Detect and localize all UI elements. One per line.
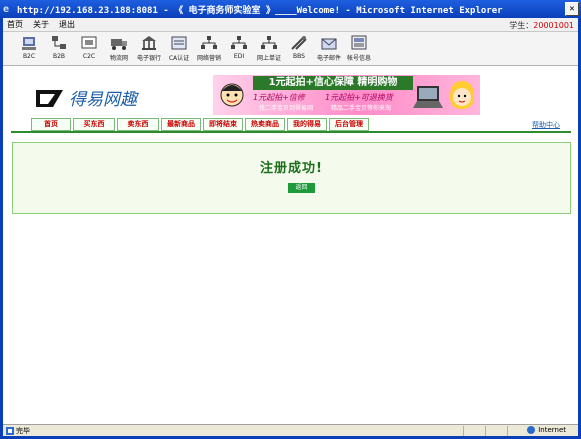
menu-home[interactable]: 首页 bbox=[7, 19, 23, 30]
toolbar-label: 电子邮件 bbox=[317, 55, 342, 62]
account-icon bbox=[351, 35, 367, 50]
status-text: 完毕 bbox=[16, 426, 30, 435]
window-title: http://192.168.23.188:8081 - 《 电子商务师实验室 … bbox=[17, 5, 503, 16]
toolbar-b2b-button[interactable]: B2B bbox=[47, 35, 71, 60]
banner-right-line1: 1元起拍+可退换货 bbox=[325, 93, 393, 102]
title-bar: e http://192.168.23.188:8081 - 《 电子商务师实验… bbox=[0, 0, 581, 18]
promo-banner[interactable]: 1元起拍+信心保障 精明购物 1元起拍+信修 找二手宝贝到得易网 1元起拍+可退… bbox=[213, 75, 480, 115]
edi-icon bbox=[231, 36, 247, 49]
close-window-button[interactable]: ✕ bbox=[565, 2, 579, 16]
success-message: 注册成功! bbox=[260, 161, 323, 176]
toolbar-label: 网上单证 bbox=[257, 55, 282, 62]
logo-mark-icon bbox=[36, 90, 63, 107]
nav-sell[interactable]: 卖东西 bbox=[117, 118, 159, 131]
status-divider bbox=[463, 426, 464, 436]
menu-exit[interactable]: 退出 bbox=[59, 19, 75, 30]
nav-buy[interactable]: 买东西 bbox=[73, 118, 115, 131]
toolbar-marketing-button[interactable]: 网络营销 bbox=[197, 35, 221, 62]
toolbar-label: 电子银行 bbox=[137, 55, 162, 62]
security-zone: Internet bbox=[527, 426, 566, 434]
toolbar-account-button[interactable]: 帐号信息 bbox=[347, 35, 371, 62]
bbs-icon bbox=[291, 36, 307, 50]
bank-icon bbox=[142, 36, 156, 50]
student-id: 学生：20001001 bbox=[509, 20, 574, 31]
logistics-icon bbox=[111, 39, 127, 50]
nav-my-account[interactable]: 我的得易 bbox=[287, 118, 327, 131]
toolbar-label: BBS bbox=[293, 53, 305, 60]
nav-home[interactable]: 首页 bbox=[31, 118, 71, 131]
page-done-icon bbox=[6, 426, 14, 435]
status-divider bbox=[507, 426, 508, 436]
toolbar-label: 帐号信息 bbox=[347, 55, 372, 62]
laptop-icon bbox=[413, 86, 443, 108]
nav-newest[interactable]: 最新商品 bbox=[161, 118, 201, 131]
toolbar-label: B2B bbox=[52, 53, 66, 60]
toolbar-bbs-button[interactable]: BBS bbox=[287, 35, 311, 60]
toolbar-label: 网络营销 bbox=[197, 55, 222, 62]
banner-left-line1: 1元起拍+信修 bbox=[253, 93, 305, 102]
boy-cartoon-icon bbox=[220, 83, 244, 107]
success-panel: 注册成功! 返回 bbox=[12, 142, 571, 214]
ie-icon: e bbox=[3, 3, 10, 15]
toolbar-c2c-button[interactable]: C2C bbox=[77, 35, 101, 60]
nav-admin[interactable]: 后台管理 bbox=[329, 118, 369, 131]
banner-left-line2: 找二手宝贝到得易网 bbox=[259, 105, 314, 112]
globe-icon bbox=[527, 426, 536, 434]
nav-hot[interactable]: 热卖商品 bbox=[245, 118, 285, 131]
toolbar-label: EDI bbox=[233, 53, 245, 60]
toolbar-edi-button[interactable]: EDI bbox=[227, 35, 251, 60]
main-nav: 首页 买东西 卖东西 最新商品 即将结束 热卖商品 我的得易 后台管理 bbox=[31, 118, 371, 132]
help-center-link[interactable]: 帮助中心 bbox=[532, 120, 560, 130]
b2c-icon bbox=[22, 37, 36, 50]
email-icon bbox=[321, 38, 337, 50]
girl-cartoon-icon bbox=[450, 81, 474, 109]
nav-ending-soon[interactable]: 即将结束 bbox=[203, 118, 243, 131]
student-number: 20001001 bbox=[533, 21, 574, 30]
logo-text: 得易网趣 bbox=[69, 89, 137, 110]
c2c-icon bbox=[81, 36, 97, 49]
site-logo[interactable]: 得易网趣 bbox=[35, 85, 160, 110]
toolbar: B2C B2B C2C 物流网 电子银行 CA认证 网络营销 EDI 网上单证 … bbox=[3, 32, 578, 66]
ca-icon bbox=[171, 36, 187, 50]
zone-label: Internet bbox=[538, 426, 566, 434]
b2b-icon bbox=[52, 36, 66, 49]
status-divider bbox=[485, 426, 486, 436]
toolbar-documents-button[interactable]: 网上单证 bbox=[257, 35, 281, 62]
student-label: 学生： bbox=[509, 21, 534, 30]
menu-bar: 首页 关于 退出 学生：20001001 bbox=[3, 18, 578, 32]
banner-right-line2: 精品二手宝贝等你来淘 bbox=[331, 105, 392, 112]
page-content: 得易网趣 1元起拍+信心保障 精明购物 1元起拍+信修 找二手宝贝到得易网 1元… bbox=[3, 67, 578, 420]
toolbar-label: B2C bbox=[22, 53, 36, 60]
nav-divider bbox=[11, 131, 571, 133]
menu-about[interactable]: 关于 bbox=[33, 19, 49, 30]
banner-headline: 1元起拍+信心保障 精明购物 bbox=[253, 76, 413, 90]
marketing-icon bbox=[201, 36, 217, 49]
toolbar-label: C2C bbox=[82, 53, 96, 60]
documents-icon bbox=[261, 36, 277, 49]
toolbar-email-button[interactable]: 电子邮件 bbox=[317, 35, 341, 62]
toolbar-label: CA认证 bbox=[168, 55, 190, 62]
toolbar-b2c-button[interactable]: B2C bbox=[17, 35, 41, 60]
back-button[interactable]: 返回 bbox=[288, 183, 315, 193]
toolbar-label: 物流网 bbox=[109, 55, 128, 62]
toolbar-ca-button[interactable]: CA认证 bbox=[167, 35, 191, 62]
toolbar-bank-button[interactable]: 电子银行 bbox=[137, 35, 161, 62]
status-bar: 完毕 Internet bbox=[3, 424, 578, 436]
toolbar-logistics-button[interactable]: 物流网 bbox=[107, 35, 131, 62]
